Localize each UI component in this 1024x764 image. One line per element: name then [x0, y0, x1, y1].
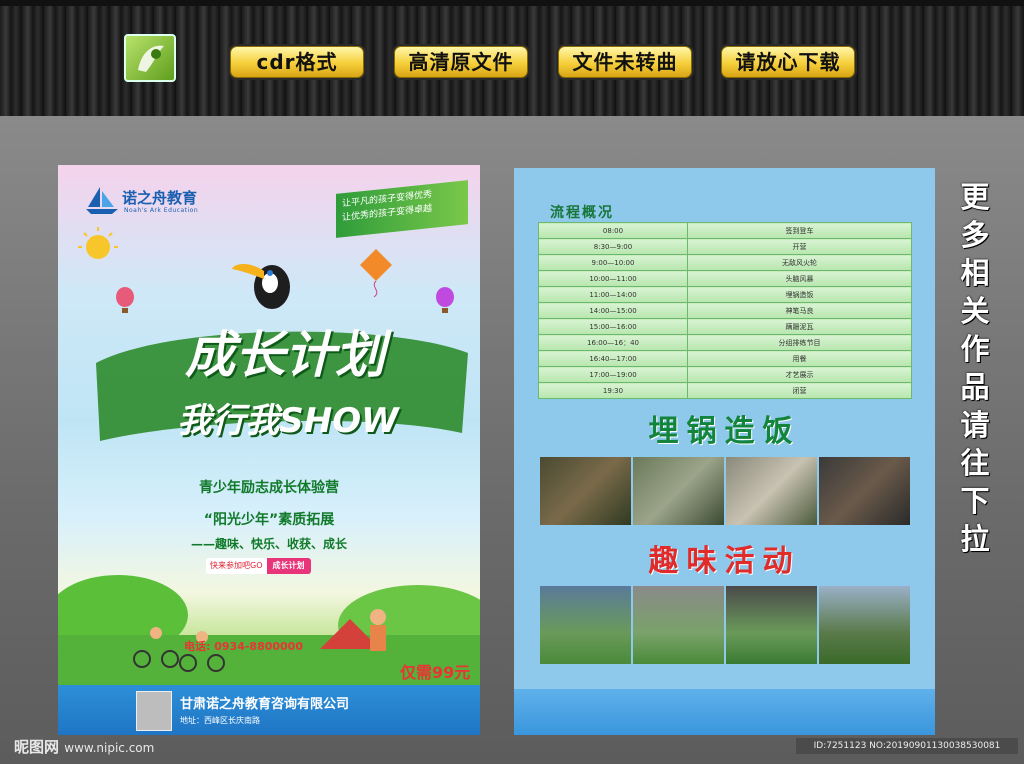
download-pill: 请放心下载 [721, 46, 855, 78]
schedule-table: 08:00 签到登车 8:30—9:00 开营 9:00—10:00 无敌风火轮 10… [538, 222, 912, 399]
flyer-front: 诺之舟教育 Noah's Ark Education 让平凡的孩子变得优秀 让优… [58, 165, 480, 735]
schedule-item: 开营 [687, 238, 912, 255]
table-row: 9:00—10:00 无敌风火轮 [538, 254, 912, 271]
photo [726, 457, 819, 525]
schedule-item: 神笔马良 [687, 302, 912, 319]
table-row: 14:00—15:00 神笔马良 [538, 302, 912, 319]
image-id-tag: ID:7251123 NO:20190901130038530081 [796, 738, 1018, 754]
hd-file-pill: 高清原文件 [394, 46, 528, 78]
cooking-section-title: 埋锅造饭 [648, 414, 801, 449]
format-pill: cdr格式 [230, 46, 364, 78]
schedule-time: 16:40—17:00 [538, 350, 688, 367]
schedule-item: 闭营 [687, 382, 912, 399]
hot-air-balloon-icon [116, 287, 134, 313]
schedule-item: 蹒跚泥瓦 [687, 318, 912, 335]
schedule-time: 9:00—10:00 [538, 254, 688, 271]
company-name: 甘肃诺之舟教育咨询有限公司 [180, 697, 350, 712]
fun-activity-section-title: 趣味活动 [648, 544, 801, 579]
schedule-time: 17:00—19:00 [538, 366, 688, 383]
hot-air-balloon-icon [436, 287, 454, 313]
schedule-item: 签到登车 [687, 222, 912, 239]
sailboat-logo-icon [86, 187, 118, 214]
schedule-time: 16:00—16：40 [538, 334, 688, 351]
company-address: 地址：西峰区长庆南路 [180, 716, 260, 725]
top-banner: cdr格式 高清原文件 文件未转曲 请放心下载 [0, 0, 1024, 119]
watermark-site-name: 昵图网 [14, 738, 60, 756]
watermark-url: www.nipic.com [64, 741, 155, 755]
photo [540, 457, 633, 525]
flyer-footer: 甘肃诺之舟教育咨询有限公司 地址：西峰区长庆南路 [58, 685, 480, 735]
table-row: 16:40—17:00 用餐 [538, 350, 912, 367]
table-row: 17:00—19:00 才艺展示 [538, 366, 912, 383]
photo [540, 586, 633, 664]
title-sub: 我行我SHOW [177, 401, 399, 441]
brand-subtitle: Noah's Ark Education [124, 207, 199, 214]
table-row: 15:00—16:00 蹒跚泥瓦 [538, 318, 912, 335]
schedule-time: 14:00—15:00 [538, 302, 688, 319]
schedule-item: 无敌风火轮 [687, 254, 912, 271]
schedule-time: 15:00—16:00 [538, 318, 688, 335]
schedule-item: 头脑风暴 [687, 270, 912, 287]
schedule-time: 11:00—14:00 [538, 286, 688, 303]
table-row: 8:30—9:00 开营 [538, 238, 912, 255]
photo [726, 586, 819, 664]
photo [819, 586, 912, 664]
phone-number: 电话: 0934-8800000 [184, 640, 303, 653]
schedule-item: 埋锅造饭 [687, 286, 912, 303]
table-row: 08:00 签到登车 [538, 222, 912, 239]
schedule-time: 8:30—9:00 [538, 238, 688, 255]
schedule-item: 分组排练节目 [687, 334, 912, 351]
camp-name: 青少年励志成长体验营 [199, 480, 339, 496]
schedule-title: 流程概况 [550, 205, 614, 221]
keywords: ——趣味、快乐、收获、成长 [190, 537, 347, 551]
nipic-logo-icon [124, 34, 176, 82]
expansion-title: “阳光少年”素质拓展 [203, 512, 335, 528]
photo [819, 457, 912, 525]
schedule-item: 用餐 [687, 350, 912, 367]
activity-photos [540, 586, 912, 664]
schedule-time: 10:00—11:00 [538, 270, 688, 287]
price-tag: 仅需99元 [400, 663, 471, 682]
toucan-icon [232, 264, 290, 309]
cooking-photos [540, 457, 912, 525]
schedule-time: 19:30 [538, 382, 688, 399]
qr-code-placeholder [136, 691, 172, 731]
site-watermark: 昵图网 www.nipic.com [14, 736, 154, 757]
photo [633, 457, 726, 525]
table-row: 16:00—16：40 分组排练节目 [538, 334, 912, 351]
flyer-back-footer [514, 689, 935, 735]
table-row: 11:00—14:00 埋锅造饭 [538, 286, 912, 303]
schedule-item: 才艺展示 [687, 366, 912, 383]
table-row: 19:30 闭营 [538, 382, 912, 399]
not-outlined-pill: 文件未转曲 [558, 46, 692, 78]
kite-icon [360, 249, 392, 297]
schedule-time: 08:00 [538, 222, 688, 239]
slogan-ribbon: 让平凡的孩子变得优秀 让优秀的孩子变得卓越 [336, 180, 468, 238]
flyer-back: 流程概况 08:00 签到登车 8:30—9:00 开营 9:00—10:00 无敌风… [514, 168, 935, 735]
sun-icon [78, 227, 118, 259]
photo [633, 586, 726, 664]
scroll-hint-text: 更 多 相 关 作 品 请 往 下 拉 [960, 180, 990, 556]
title-main: 成长计划 [185, 326, 385, 384]
brand-name: 诺之舟教育 [122, 189, 198, 207]
table-row: 10:00—11:00 头脑风暴 [538, 270, 912, 287]
